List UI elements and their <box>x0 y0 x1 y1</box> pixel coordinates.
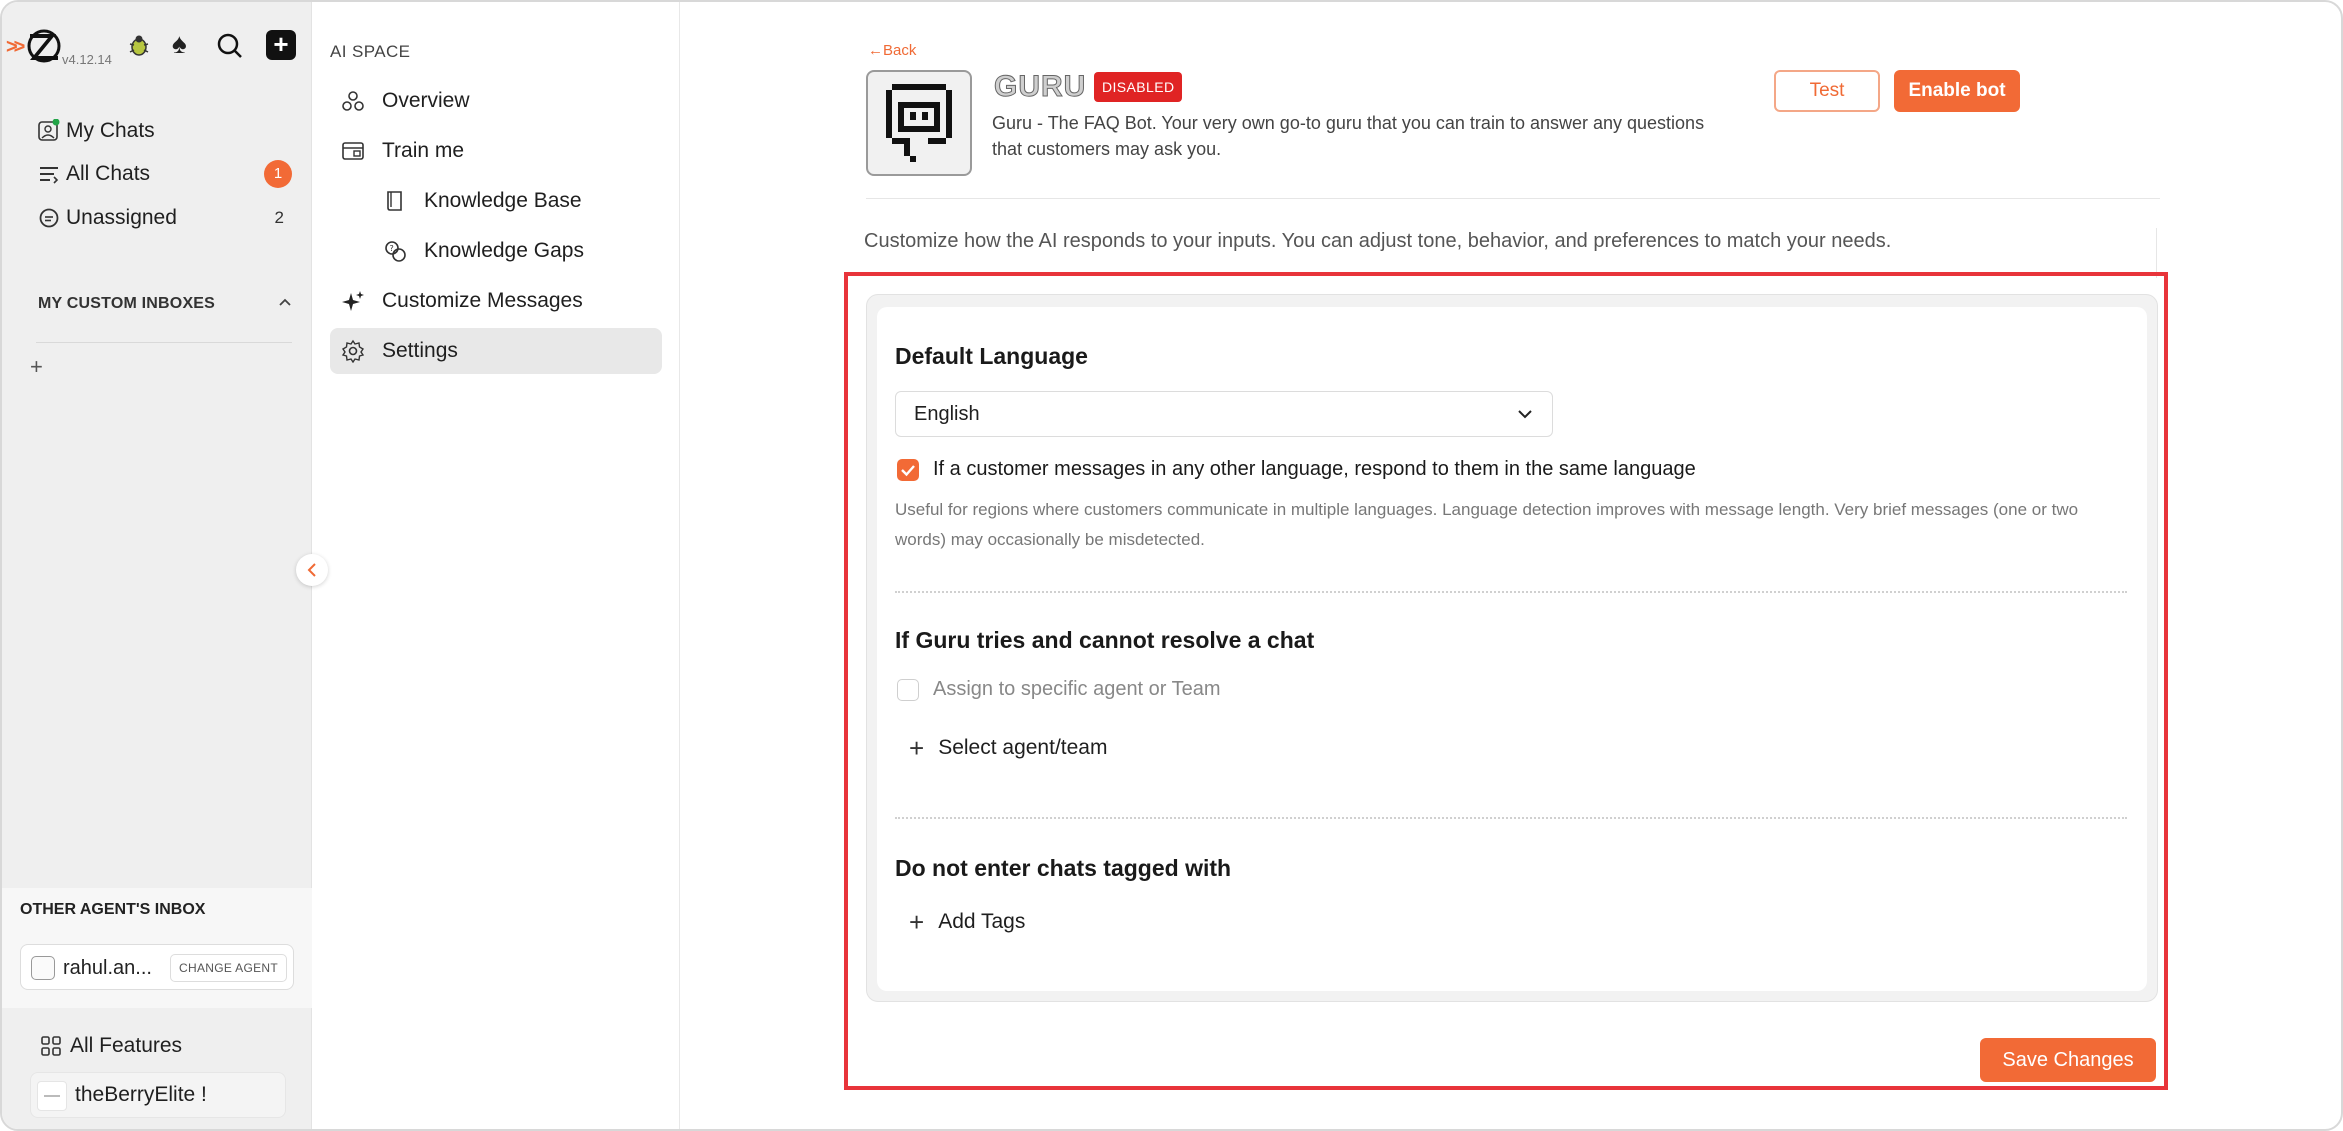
workspace-name: theBerryElite ! <box>75 1083 207 1106</box>
test-button[interactable]: Test <box>1774 70 1880 112</box>
assign-agent-checkbox[interactable] <box>897 679 919 701</box>
nav-label: All Chats <box>66 162 151 185</box>
settings-panel: Default Language English If a customer m… <box>866 294 2158 1002</box>
sidebar-item-settings[interactable]: Settings <box>330 328 662 374</box>
plus-icon: + <box>909 733 925 763</box>
bug-icon[interactable] <box>126 32 152 58</box>
overview-icon <box>340 88 366 114</box>
spade-icon[interactable]: ♠ <box>172 30 187 58</box>
version-label: v4.12.14 <box>62 52 112 67</box>
new-chat-button[interactable]: + <box>266 30 296 60</box>
workspace-logo <box>37 1081 67 1111</box>
sidebar-item-label: Knowledge Base <box>424 189 582 212</box>
pixel-bot-icon <box>886 84 952 162</box>
sidebar-item-knowledge-gaps[interactable]: ? Knowledge Gaps <box>382 228 662 274</box>
sidebar-item-customize-messages[interactable]: Customize Messages <box>340 278 660 324</box>
bot-name: GURU <box>993 70 1087 104</box>
select-agent-button[interactable]: + Select agent/team <box>909 735 1107 761</box>
nav-label: Unassigned <box>66 206 177 229</box>
expand-chevron-icon[interactable]: >> <box>6 36 25 59</box>
sidebar-item-label: Overview <box>382 89 470 112</box>
language-value: English <box>914 403 980 425</box>
sparkle-icon <box>340 288 366 314</box>
app-window: >> v4.12.14 ♠ + My Chats All Chats 1 Una… <box>0 0 2343 1131</box>
language-hint: Useful for regions where customers commu… <box>895 500 2079 549</box>
list-icon <box>36 161 62 187</box>
settings-intro: Customize how the AI responds to your in… <box>864 230 1892 252</box>
nav-unassigned[interactable]: Unassigned 2 <box>36 202 292 234</box>
custom-inboxes-heading: MY CUSTOM INBOXES <box>38 295 216 312</box>
sidebar-item-overview[interactable]: Overview <box>340 78 660 124</box>
back-link[interactable]: ←Back <box>868 42 916 59</box>
collapse-sidebar-button[interactable] <box>296 554 328 586</box>
all-features-link[interactable]: All Features <box>40 1034 182 1058</box>
grid-icon <box>41 1036 61 1056</box>
ai-space-heading: AI SPACE <box>330 42 411 61</box>
gaps-icon: ? <box>382 238 408 264</box>
svg-text:?: ? <box>390 244 394 253</box>
search-icon[interactable] <box>216 32 244 60</box>
my-chats-icon <box>36 118 62 144</box>
sidebar-item-label: Settings <box>382 339 458 362</box>
agent-avatar <box>31 956 55 980</box>
bot-avatar <box>866 70 972 176</box>
section-divider <box>895 591 2127 593</box>
chevron-up-icon[interactable] <box>276 294 294 312</box>
divider <box>2156 228 2157 278</box>
workspace-switcher[interactable]: theBerryElite ! <box>30 1072 286 1118</box>
enable-bot-button[interactable]: Enable bot <box>1894 70 2020 112</box>
tags-heading: Do not enter chats tagged with <box>895 855 1232 881</box>
sidebar-item-label: Train me <box>382 139 465 162</box>
nav-all-chats[interactable]: All Chats 1 <box>36 158 292 190</box>
agent-name: rahul.an... <box>63 957 152 979</box>
agent-selector[interactable]: rahul.an... CHANGE AGENT <box>20 944 294 990</box>
sidebar-item-train-me[interactable]: Train me <box>340 128 660 174</box>
same-language-label: If a customer messages in any other lang… <box>933 458 1696 480</box>
nav-my-chats[interactable]: My Chats <box>36 115 292 147</box>
logo-icon <box>27 29 61 63</box>
same-language-checkbox[interactable] <box>897 459 919 481</box>
change-agent-button[interactable]: CHANGE AGENT <box>170 954 287 982</box>
unassigned-count: 2 <box>274 208 284 227</box>
chevron-left-icon <box>307 563 316 577</box>
main-content: ←Back GURU DISABLED Guru - The FAQ Bot. … <box>680 2 2341 1129</box>
status-badge: DISABLED <box>1094 72 1183 102</box>
assign-agent-label: Assign to specific agent or Team <box>933 678 1221 700</box>
ai-space-sidebar: AI SPACE Overview Train me Knowledge Bas… <box>312 2 680 1129</box>
save-changes-button[interactable]: Save Changes <box>1980 1038 2156 1082</box>
unassigned-icon <box>36 205 62 231</box>
other-agents-heading: OTHER AGENT'S INBOX <box>20 901 206 918</box>
add-tags-label: Add Tags <box>938 910 1026 933</box>
unread-badge: 1 <box>264 160 292 188</box>
bot-description: Guru - The FAQ Bot. Your very own go-to … <box>992 113 1705 159</box>
chevron-down-icon <box>1518 410 1532 419</box>
section-divider <box>895 817 2127 819</box>
gear-icon <box>340 338 366 364</box>
unresolved-heading: If Guru tries and cannot resolve a chat <box>895 627 1315 653</box>
sidebar-item-label: Knowledge Gaps <box>424 239 584 262</box>
sidebar-item-label: Customize Messages <box>382 289 583 312</box>
select-agent-label: Select agent/team <box>938 736 1108 759</box>
sidebar-item-knowledge-base[interactable]: Knowledge Base <box>382 178 662 224</box>
book-icon <box>382 188 408 214</box>
train-icon <box>340 138 366 164</box>
add-tags-button[interactable]: + Add Tags <box>909 909 1025 935</box>
nav-label: My Chats <box>66 119 155 142</box>
default-language-heading: Default Language <box>895 343 1088 369</box>
add-inbox-button[interactable]: + <box>30 354 43 380</box>
all-features-label: All Features <box>70 1034 183 1057</box>
divider <box>866 198 2160 199</box>
rail-toolbar: >> v4.12.14 ♠ + <box>2 28 312 68</box>
language-select[interactable]: English <box>895 391 1553 437</box>
other-agents-section: OTHER AGENT'S INBOX rahul.an... CHANGE A… <box>2 888 312 1008</box>
left-rail: >> v4.12.14 ♠ + My Chats All Chats 1 Una… <box>2 2 312 1129</box>
settings-card: Default Language English If a customer m… <box>877 307 2147 991</box>
plus-icon: + <box>909 907 925 937</box>
divider <box>36 342 292 343</box>
check-icon <box>901 465 915 477</box>
